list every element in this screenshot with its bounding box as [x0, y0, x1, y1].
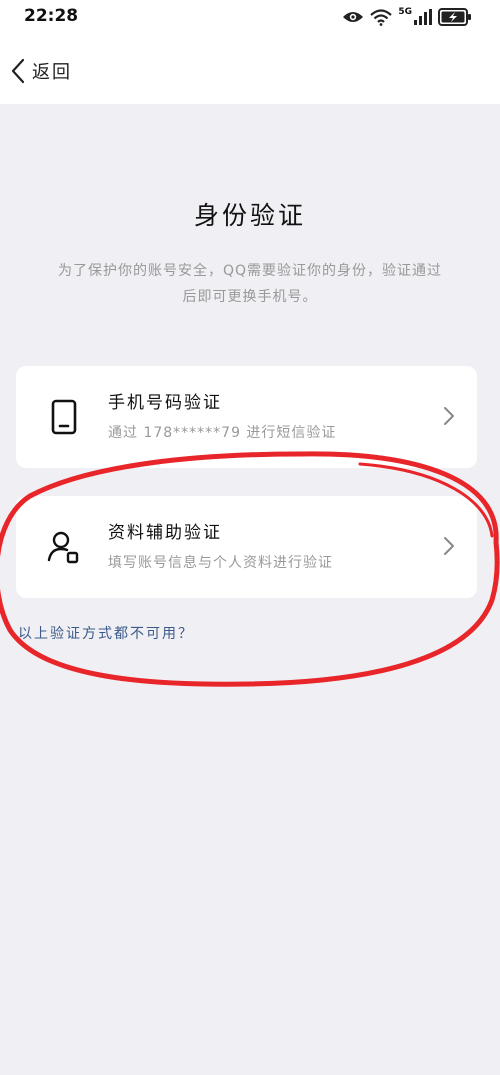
eye-icon	[343, 12, 364, 22]
phone-icon	[51, 399, 77, 435]
profile-verification-option[interactable]: 资料辅助验证 填写账号信息与个人资料进行验证	[16, 496, 477, 598]
user-info-icon	[47, 531, 79, 564]
chevron-right-icon	[444, 407, 454, 425]
status-time: 22:28	[24, 6, 79, 26]
option-title: 手机号码验证	[108, 393, 222, 413]
chevron-left-icon	[11, 58, 25, 84]
option-subtitle: 通过 178******79 进行短信验证	[108, 425, 337, 441]
page-description-line1: 为了保护你的账号安全，QQ需要验证你的身份，验证通过	[57, 263, 443, 279]
nav-bar: 返回	[0, 34, 500, 104]
page-description: 为了保护你的账号安全，QQ需要验证你的身份，验证通过 后即可更换手机号。	[18, 258, 482, 310]
wifi-icon	[370, 8, 393, 26]
no-available-method-link[interactable]: 以上验证方式都不可用？	[18, 623, 194, 643]
battery-charging-icon	[438, 8, 471, 26]
network-type: 5G	[398, 7, 412, 17]
page-description-line2: 后即可更换手机号。	[182, 289, 318, 305]
signal-icon	[414, 9, 432, 25]
phone-verification-option[interactable]: 手机号码验证 通过 178******79 进行短信验证	[16, 366, 477, 468]
back-button[interactable]: 返回	[10, 54, 72, 88]
status-bar: 22:28 5G	[0, 0, 500, 34]
status-icons: 5G	[342, 7, 472, 27]
page-title: 身份验证	[193, 201, 306, 230]
option-title: 资料辅助验证	[108, 523, 222, 543]
option-subtitle: 填写账号信息与个人资料进行验证	[108, 555, 333, 571]
chevron-right-icon	[444, 537, 454, 555]
back-label: 返回	[32, 62, 72, 83]
